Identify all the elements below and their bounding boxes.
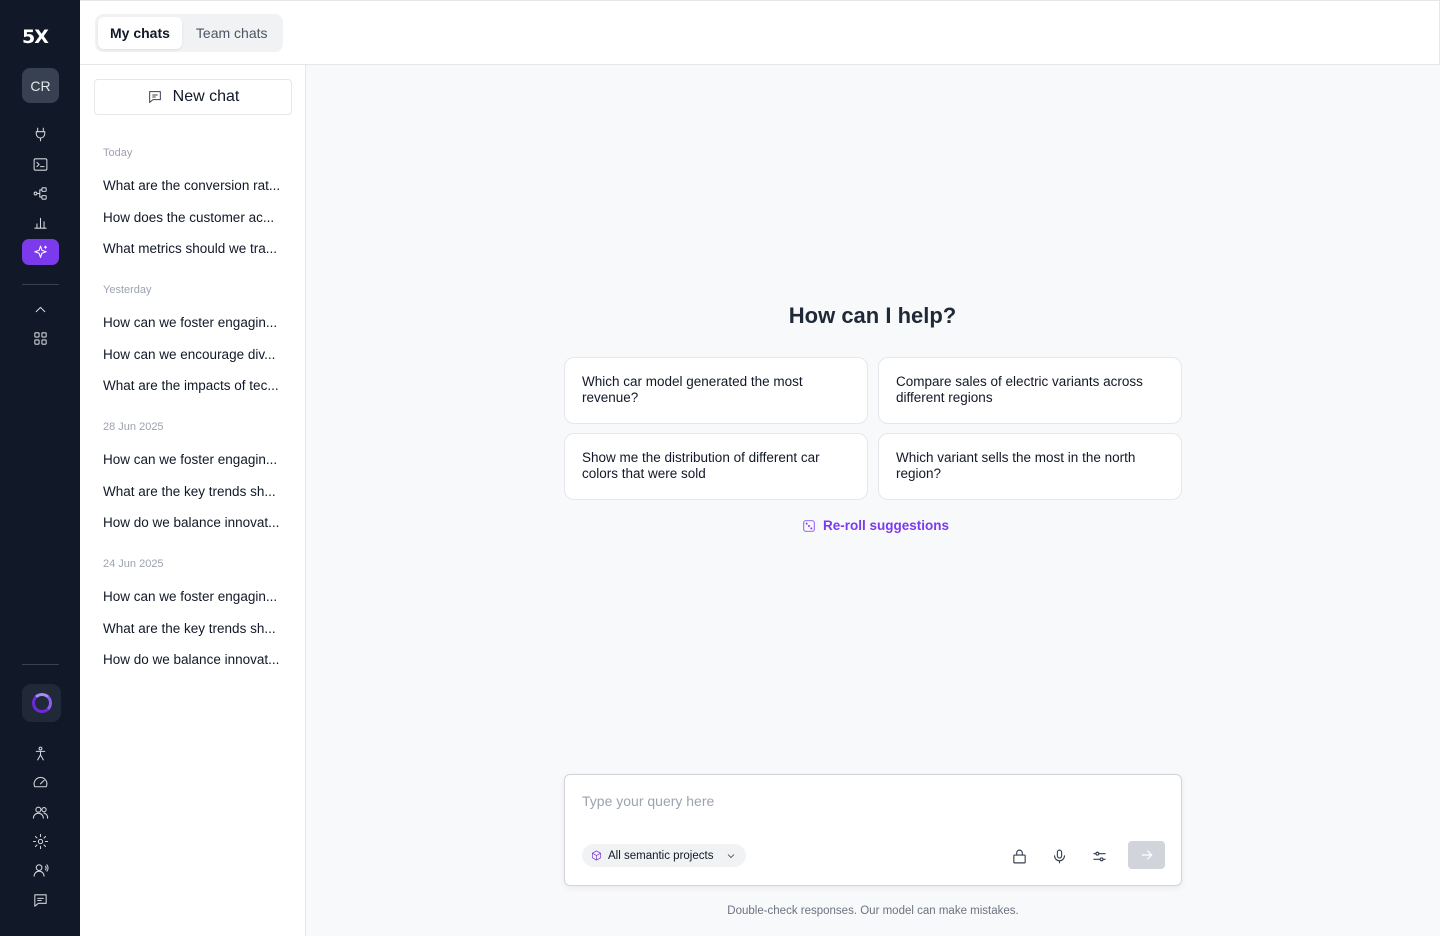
- new-chat-label: New chat: [172, 88, 240, 105]
- voice-user-icon[interactable]: [26, 858, 54, 882]
- spinner-icon: [31, 693, 52, 713]
- chat-history-item[interactable]: What metrics should we tra...: [103, 241, 288, 256]
- brand-logo[interactable]: 5X: [22, 26, 60, 48]
- suggestion-card[interactable]: Compare sales of electric variants acros…: [878, 357, 1182, 424]
- chat-bubble-icon: [148, 91, 161, 104]
- arrow-right-icon: [1141, 850, 1153, 860]
- semantic-project-value: All semantic projects: [608, 849, 714, 862]
- avatar[interactable]: CR: [22, 68, 59, 103]
- query-composer: All semantic projects: [564, 774, 1182, 886]
- send-button[interactable]: [1128, 841, 1165, 869]
- loading-status[interactable]: [22, 684, 61, 722]
- group-label-date: 24 Jun 2025: [103, 558, 164, 570]
- plug-icon[interactable]: [26, 122, 54, 146]
- new-chat-button[interactable]: New chat: [94, 79, 292, 115]
- reroll-suggestions-button[interactable]: Re-roll suggestions: [802, 518, 949, 533]
- page-title: How can I help?: [788, 303, 957, 328]
- top-bar: My chats Team chats: [80, 0, 1440, 65]
- users-icon[interactable]: [26, 800, 54, 824]
- settings-icon[interactable]: [26, 829, 54, 853]
- reroll-label: Re-roll suggestions: [823, 518, 950, 533]
- chat-history-panel: New chat Today What are the conversion r…: [80, 65, 306, 936]
- group-label-yesterday: Yesterday: [103, 284, 152, 296]
- rail-divider: [22, 664, 59, 665]
- suggestion-card[interactable]: Show me the distribution of different ca…: [564, 433, 868, 500]
- suggestion-card[interactable]: Which variant sells the most in the nort…: [878, 433, 1182, 500]
- message-icon[interactable]: [26, 888, 54, 912]
- disclaimer-text: Double-check responses. Our model can ma…: [727, 905, 1019, 917]
- tab-team-chats[interactable]: Team chats: [184, 17, 280, 49]
- dice-icon: [803, 519, 815, 532]
- chat-history-item[interactable]: What are the conversion rat...: [103, 178, 288, 193]
- accessibility-icon[interactable]: [26, 741, 54, 765]
- chat-tabs: My chats Team chats: [95, 14, 283, 52]
- rail-divider: [22, 284, 59, 285]
- sparkles-icon[interactable]: [22, 239, 59, 265]
- chat-history-item[interactable]: How does the customer ac...: [103, 210, 288, 225]
- chevron-down-icon: [728, 853, 735, 858]
- workflow-icon[interactable]: [26, 181, 54, 205]
- chat-history-item[interactable]: How can we encourage div...: [103, 347, 288, 362]
- chat-history-item[interactable]: What are the key trends sh...: [103, 621, 288, 636]
- semantic-project-select[interactable]: All semantic projects: [582, 844, 747, 867]
- chat-history-item[interactable]: How can we foster engagin...: [103, 315, 288, 330]
- chat-history-item[interactable]: How do we balance innovat...: [103, 652, 288, 667]
- query-input[interactable]: [582, 791, 1142, 811]
- cube-icon: [592, 850, 601, 861]
- terminal-icon[interactable]: [26, 152, 54, 176]
- gauge-icon[interactable]: [26, 770, 54, 794]
- chat-history-item[interactable]: What are the impacts of tec...: [103, 378, 288, 393]
- group-label-today: Today: [103, 147, 133, 159]
- tab-my-chats[interactable]: My chats: [98, 17, 182, 49]
- chevron-up-icon[interactable]: [26, 297, 54, 321]
- microphone-icon[interactable]: [1048, 845, 1070, 867]
- group-label-date: 28 Jun 2025: [103, 421, 164, 433]
- lock-icon[interactable]: [1008, 845, 1030, 867]
- chat-history-item[interactable]: How can we foster engagin...: [103, 452, 288, 467]
- suggestion-card[interactable]: Which car model generated the most reven…: [564, 357, 868, 424]
- chat-history-item[interactable]: What are the key trends sh...: [103, 484, 288, 499]
- grid-icon[interactable]: [26, 326, 54, 350]
- chat-history-item[interactable]: How do we balance innovat...: [103, 515, 288, 530]
- left-rail: 5X CR: [0, 0, 80, 936]
- bar-chart-icon[interactable]: [26, 210, 54, 234]
- chat-history-item[interactable]: How can we foster engagin...: [103, 589, 288, 604]
- sliders-icon[interactable]: [1088, 845, 1110, 867]
